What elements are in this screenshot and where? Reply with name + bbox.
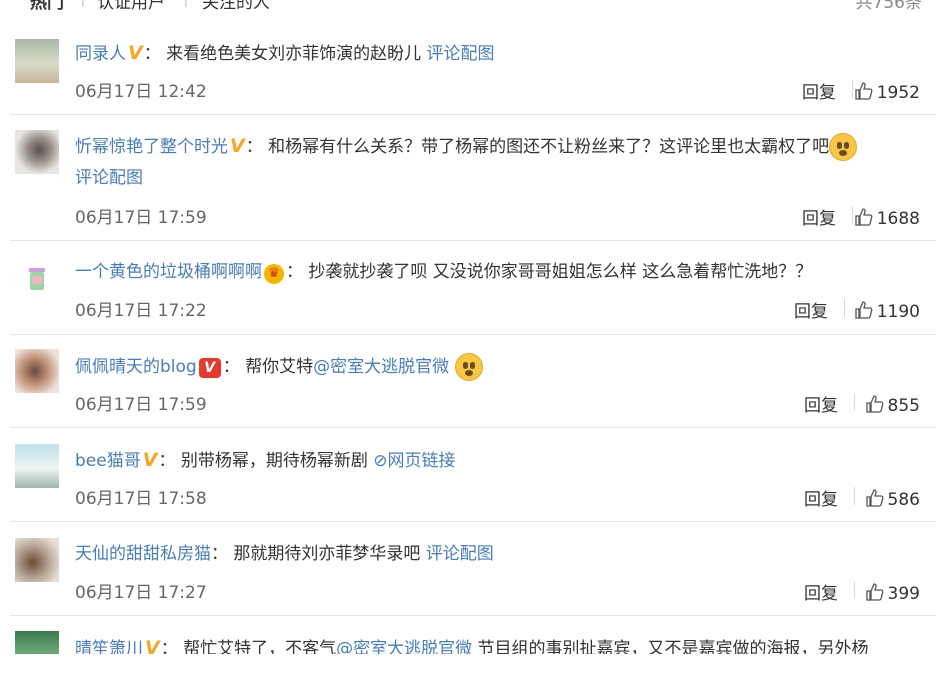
colon: ：: [245, 137, 263, 157]
comment-item: 天仙的甜甜私房猫： 那就期待刘亦菲梦华录吧 评论配图 06月17日 17:27 …: [10, 522, 936, 616]
comment-panel: 热门 | 认证用户 | 关注的人 共756条 同录人V： 来看绝色美女刘亦菲饰演…: [10, 0, 936, 654]
comment-text: 和杨幂有什么关系？带了杨幂的图还不让粉丝来了？这评论里也太霸权了吧: [268, 137, 830, 157]
reply-button[interactable]: 回复: [802, 78, 836, 103]
comment-time: 06月17日 17:27: [75, 583, 207, 603]
colon: ：: [143, 44, 161, 64]
like-count: 1190: [876, 302, 920, 322]
verified-badge-icon: V: [128, 42, 143, 64]
thumbs-up-icon: [865, 583, 883, 601]
filter-hot[interactable]: 热门: [30, 0, 64, 13]
comment-item: 一个黄色的垃圾桶啊啊啊 ♛： 抄袭就抄袭了呗 又没说你家哥哥姐姐怎么样 这么急着帮…: [10, 241, 936, 335]
filter-following[interactable]: 关注的人: [202, 0, 270, 13]
like-count: 586: [887, 490, 920, 510]
comment-time: 06月17日 17:58: [75, 489, 207, 509]
comment-time: 06月17日 17:22: [75, 301, 207, 321]
reply-button[interactable]: 回复: [804, 391, 838, 416]
link-icon: ⊘: [373, 451, 388, 471]
comment-item: bee猫哥 V： 别带杨幂，期待杨幂新剧 ⊘网页链接 06月17日 17:58 回…: [10, 428, 936, 522]
comment-image-link[interactable]: 评论配图: [427, 44, 495, 64]
trash-can-icon: [29, 268, 45, 290]
comment-image-link[interactable]: 评论配图: [426, 544, 494, 564]
username-link[interactable]: 天仙的甜甜私房猫: [75, 544, 211, 564]
thumbs-up-icon: [855, 301, 873, 319]
shocked-emoji-icon: [829, 133, 858, 161]
mention-link[interactable]: @密室大逃脱官微: [313, 357, 449, 377]
comment-text: 帮忙艾特了，不客气: [183, 639, 337, 654]
reply-button[interactable]: 回复: [802, 204, 836, 229]
like-button[interactable]: 1190: [854, 300, 920, 322]
username-link[interactable]: bee猫哥: [75, 451, 141, 471]
avatar[interactable]: [15, 39, 59, 83]
like-count: 855: [887, 396, 920, 416]
comment-time: 06月17日 17:59: [75, 208, 207, 228]
verified-badge-icon: V: [142, 449, 158, 471]
mention-link[interactable]: @密室大逃脱官微: [336, 639, 472, 654]
webpage-link[interactable]: 网页链接: [388, 451, 456, 471]
verified-badge-icon: V: [230, 135, 245, 157]
comment-text: 抄袭就抄袭了呗 又没说你家哥哥姐姐怎么样 这么急着帮忙洗地？？: [308, 262, 813, 282]
username-link[interactable]: 同录人: [75, 44, 126, 64]
comment-total-count: 共756条: [855, 0, 922, 13]
colon: ：: [160, 639, 178, 654]
like-count: 399: [887, 584, 920, 604]
verified-badge-icon: V: [145, 637, 160, 654]
username-link[interactable]: 晴笙箫川: [75, 639, 143, 654]
colon: ：: [158, 451, 176, 471]
comment-text: 帮你艾特: [245, 357, 314, 377]
comment-text-continued: 节目组的事别扯嘉宾，又不是嘉宾做的海报，另外杨: [472, 639, 869, 654]
comment-text: 那就期待刘亦菲梦华录吧: [233, 544, 426, 564]
like-count: 1952: [876, 83, 920, 103]
action-divider: [854, 487, 855, 505]
action-divider: [844, 299, 845, 317]
shocked-emoji-icon: [454, 353, 483, 381]
action-divider: [854, 581, 855, 599]
comment-item: 同录人 V： 来看绝色美女刘亦菲饰演的赵盼儿 评论配图 06月17日 12:42 …: [10, 27, 936, 115]
username-link[interactable]: 忻幂惊艳了整个时光: [75, 137, 228, 157]
comment-time: 06月17日 12:42: [75, 82, 207, 102]
comment-item: 忻幂惊艳了整个时光 V： 和杨幂有什么关系？带了杨幂的图还不让粉丝来了？这评论里也…: [10, 115, 936, 241]
avatar[interactable]: [15, 130, 59, 174]
avatar[interactable]: [15, 538, 59, 582]
comment-image-link[interactable]: 评论配图: [75, 168, 143, 188]
verified-badge-icon: V: [198, 358, 221, 378]
like-button[interactable]: 855: [865, 394, 920, 416]
thumbs-up-icon: [865, 395, 883, 413]
avatar[interactable]: [15, 256, 59, 300]
comment-item: 佩佩晴天的blog V： 帮你艾特@密室大逃脱官微 06月17日 17:59 回复…: [10, 335, 936, 428]
username-link[interactable]: 一个黄色的垃圾桶啊啊啊: [75, 262, 262, 282]
page-bottom-area: [0, 654, 948, 674]
avatar[interactable]: [15, 349, 59, 393]
comment-text: 别带杨幂，期待杨幂新剧: [180, 451, 374, 471]
colon: ：: [222, 357, 240, 377]
comment-text: 来看绝色美女刘亦菲饰演的赵盼儿: [166, 44, 427, 64]
like-button[interactable]: 399: [865, 582, 920, 604]
action-divider: [854, 393, 855, 411]
reply-button[interactable]: 回复: [804, 579, 838, 604]
avatar[interactable]: [15, 631, 59, 654]
thumbs-up-icon: [855, 82, 873, 100]
colon: ：: [211, 544, 228, 564]
like-button[interactable]: 1952: [854, 81, 920, 103]
avatar[interactable]: [15, 444, 59, 488]
like-count: 1688: [876, 209, 920, 229]
like-button[interactable]: 1688: [854, 207, 920, 229]
username-link[interactable]: 佩佩晴天的blog: [75, 357, 197, 377]
filter-separator: |: [80, 0, 86, 8]
crown-badge-icon: ♛: [264, 264, 284, 284]
colon: ：: [286, 262, 303, 282]
comment-time: 06月17日 17:59: [75, 395, 207, 415]
filter-verified-users[interactable]: 认证用户: [97, 0, 165, 13]
filter-separator: |: [183, 0, 189, 8]
thumbs-up-icon: [855, 208, 873, 226]
thumbs-up-icon: [865, 489, 883, 507]
reply-button[interactable]: 回复: [794, 297, 828, 322]
comment-filter-bar: 热门 | 认证用户 | 关注的人 共756条: [10, 0, 936, 16]
reply-button[interactable]: 回复: [804, 485, 838, 510]
comment-item: 晴笙箫川 V： 帮忙艾特了，不客气@密室大逃脱官微 节目组的事别扯嘉宾，又不是嘉宾…: [10, 616, 936, 654]
like-button[interactable]: 586: [865, 488, 920, 510]
